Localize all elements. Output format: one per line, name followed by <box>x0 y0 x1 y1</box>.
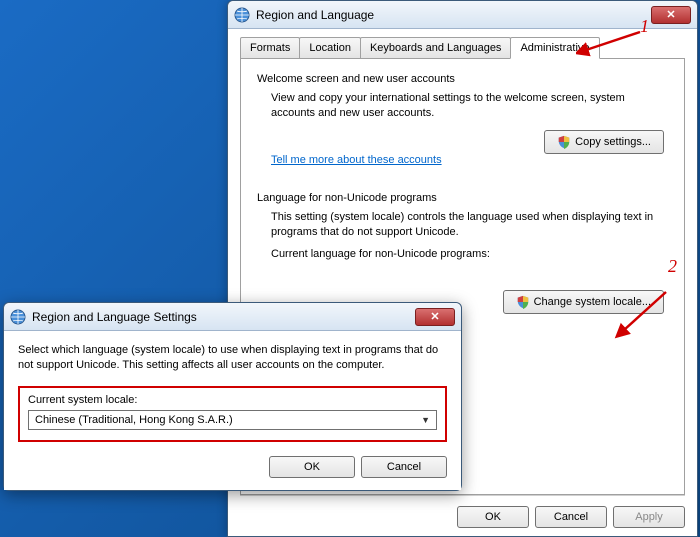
copy-settings-button[interactable]: Copy settings... <box>544 130 664 154</box>
chevron-down-icon: ▼ <box>421 415 430 425</box>
shield-icon <box>516 295 530 309</box>
system-locale-value: Chinese (Traditional, Hong Kong S.A.R.) <box>35 414 233 426</box>
system-locale-dropdown[interactable]: Chinese (Traditional, Hong Kong S.A.R.) … <box>28 410 437 430</box>
system-locale-label: Current system locale: <box>28 394 437 406</box>
titlebar[interactable]: Region and Language Settings ✕ <box>4 303 461 331</box>
change-system-locale-button[interactable]: Change system locale... <box>503 290 664 314</box>
tab-location[interactable]: Location <box>299 37 361 58</box>
tab-formats[interactable]: Formats <box>240 37 300 58</box>
tab-administrative[interactable]: Administrative <box>510 37 599 59</box>
ok-button[interactable]: OK <box>269 456 355 478</box>
close-button[interactable]: ✕ <box>415 308 455 326</box>
copy-settings-label: Copy settings... <box>575 136 651 148</box>
titlebar[interactable]: Region and Language ✕ <box>228 1 697 29</box>
dialog-body: Select which language (system locale) to… <box>4 331 461 490</box>
cancel-button[interactable]: Cancel <box>361 456 447 478</box>
ok-button[interactable]: OK <box>457 506 529 528</box>
cancel-button[interactable]: Cancel <box>535 506 607 528</box>
region-language-settings-dialog: Region and Language Settings ✕ Select wh… <box>3 302 462 491</box>
dialog-title: Region and Language Settings <box>32 310 197 324</box>
dialog-button-row: OK Cancel <box>18 456 447 478</box>
dialog-button-row: OK Cancel Apply <box>240 495 685 528</box>
group-nonunicode-desc: This setting (system locale) controls th… <box>257 210 668 241</box>
change-locale-label: Change system locale... <box>534 296 651 308</box>
dialog-title: Region and Language <box>256 8 374 22</box>
tab-keyboards[interactable]: Keyboards and Languages <box>360 37 512 58</box>
group-welcome-title: Welcome screen and new user accounts <box>257 73 668 85</box>
shield-icon <box>557 135 571 149</box>
group-nonunicode: Language for non-Unicode programs This s… <box>257 192 668 314</box>
close-icon: ✕ <box>666 8 675 21</box>
current-language-label: Current language for non-Unicode program… <box>257 247 668 262</box>
group-nonunicode-title: Language for non-Unicode programs <box>257 192 668 204</box>
tab-strip: Formats Location Keyboards and Languages… <box>240 37 685 59</box>
globe-icon <box>234 7 250 23</box>
tell-me-more-link[interactable]: Tell me more about these accounts <box>271 154 442 166</box>
locale-description: Select which language (system locale) to… <box>18 343 447 374</box>
highlight-box: Current system locale: Chinese (Traditio… <box>18 386 447 442</box>
group-welcome-desc: View and copy your international setting… <box>257 91 668 122</box>
globe-icon <box>10 309 26 325</box>
group-welcome: Welcome screen and new user accounts Vie… <box>257 73 668 174</box>
close-button[interactable]: ✕ <box>651 6 691 24</box>
close-icon: ✕ <box>430 310 439 323</box>
apply-button[interactable]: Apply <box>613 506 685 528</box>
